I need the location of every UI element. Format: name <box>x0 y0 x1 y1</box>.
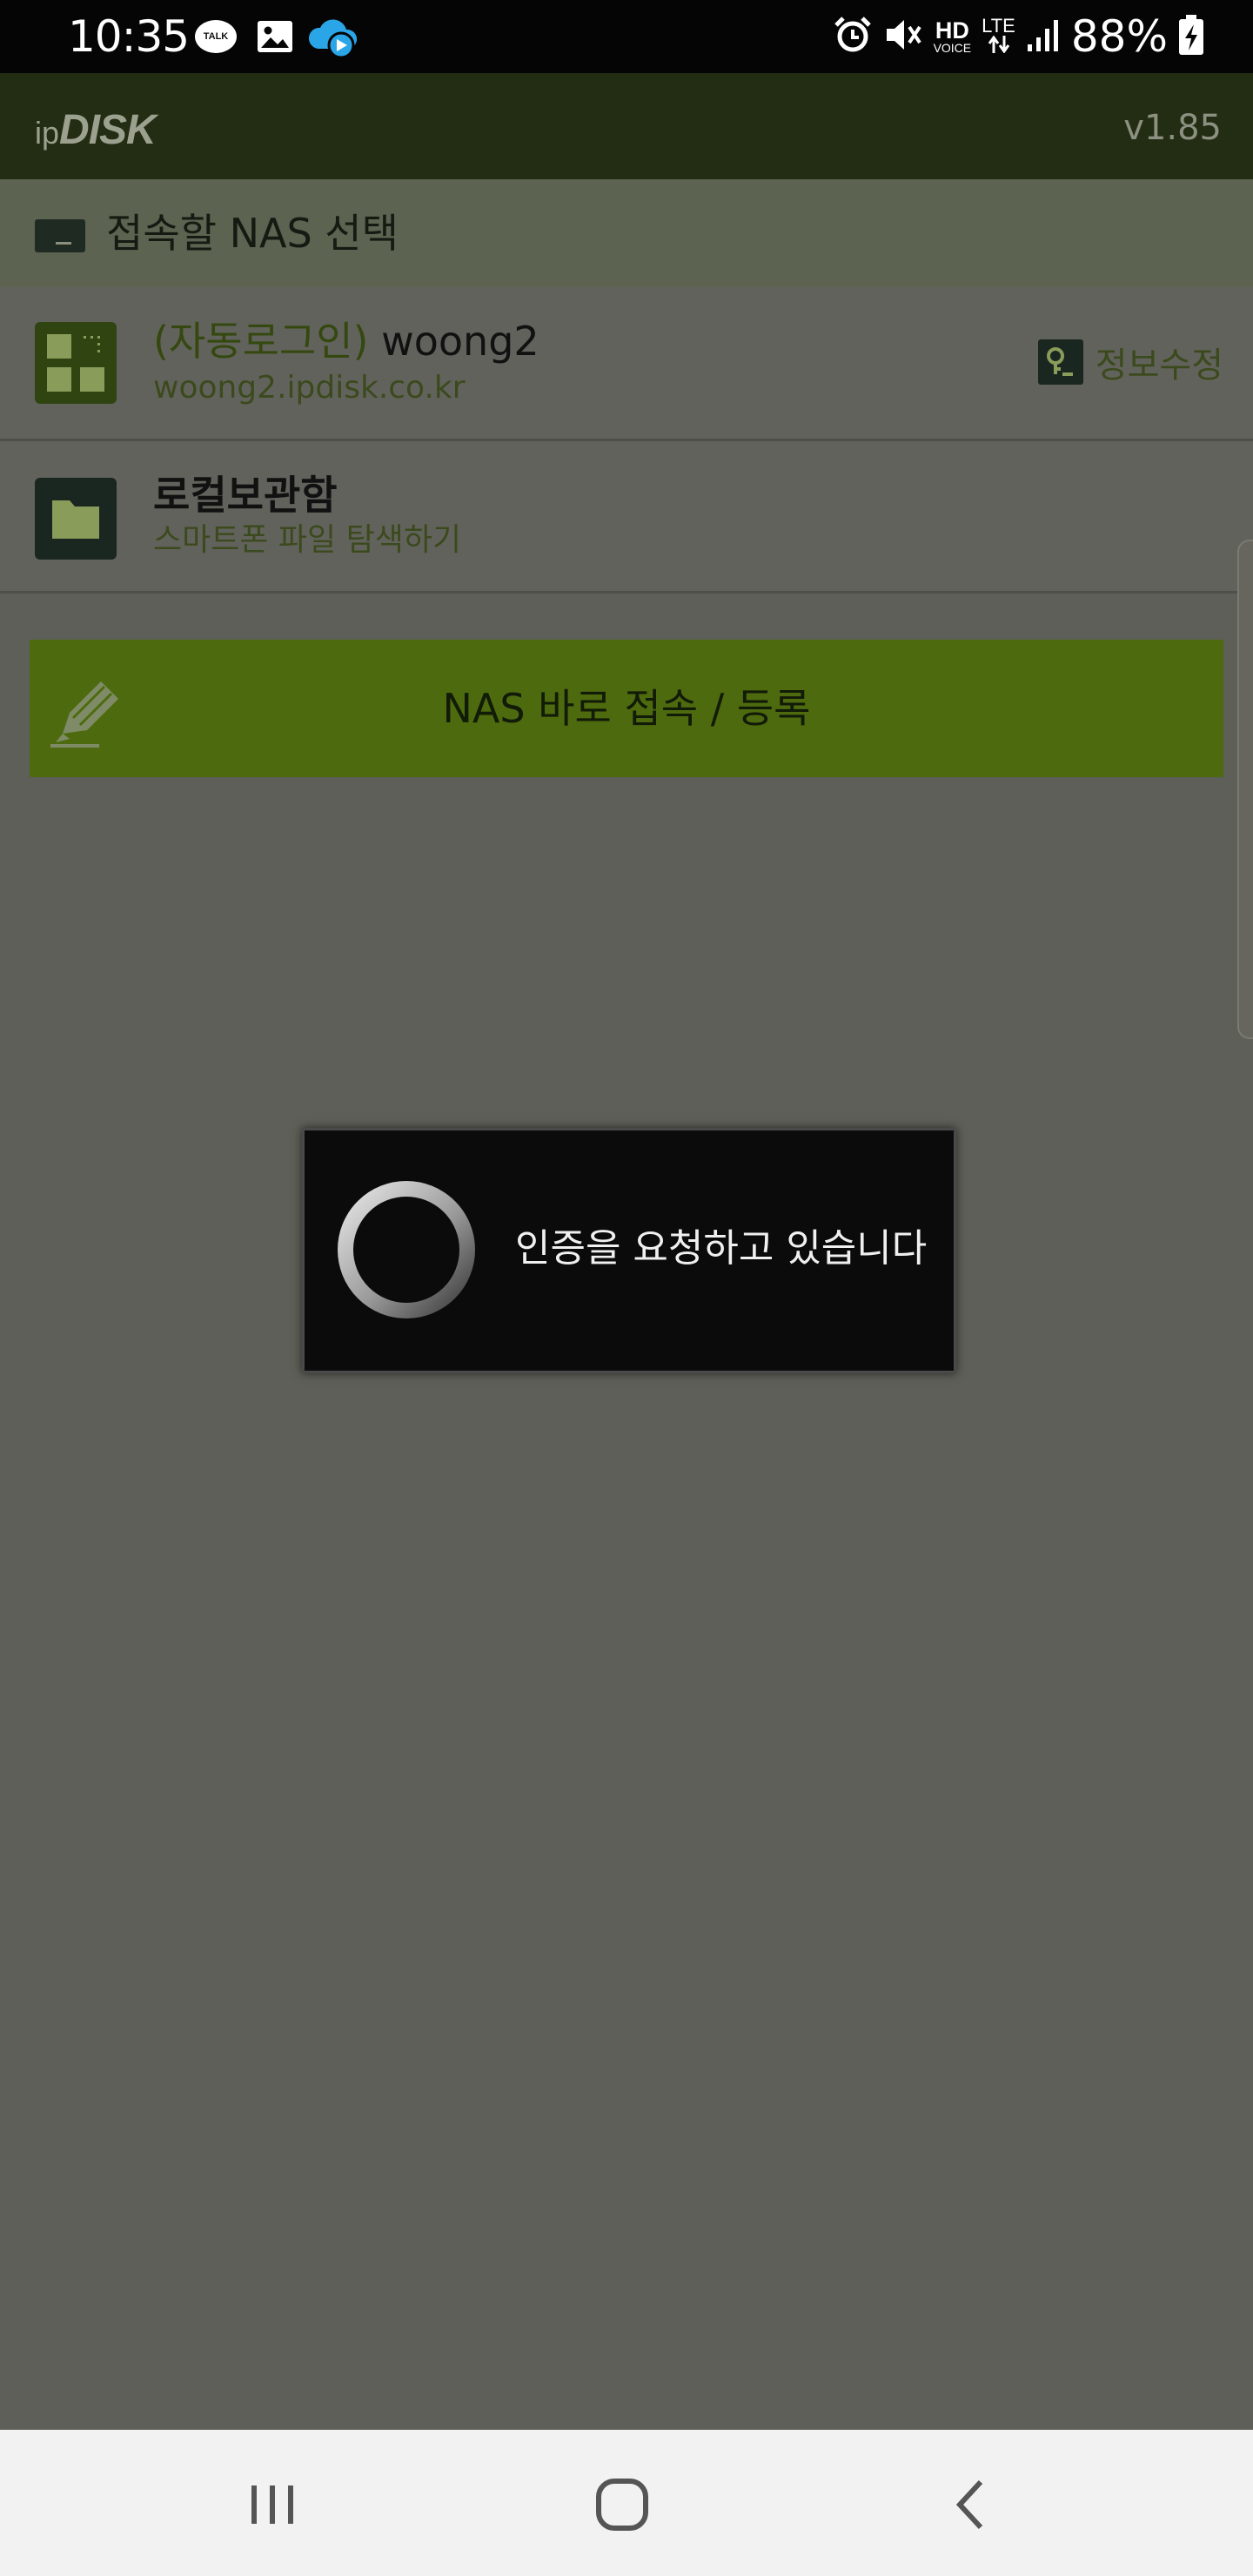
talk-icon: TALK <box>193 16 238 57</box>
recent-apps-icon[interactable] <box>233 2470 312 2539</box>
loading-spinner-icon <box>332 1176 480 1324</box>
mute-icon <box>883 15 923 58</box>
hd-voice-indicator: HD VOICE <box>933 17 972 55</box>
nas-title: (자동로그인) woong2 <box>153 317 539 366</box>
battery-percent: 88% <box>1070 11 1168 62</box>
nas-list-item-woong2[interactable]: (자동로그인) woong2 woong2.ipdisk.co.kr 정보수정 <box>0 287 1253 441</box>
auth-progress-dialog: 인증을 요청하고 있습니다 <box>302 1128 956 1373</box>
cloud-upload-icon <box>306 16 358 59</box>
battery-charging-icon <box>1178 14 1204 59</box>
key-icon <box>1037 339 1083 385</box>
side-panel-handle[interactable] <box>1237 540 1253 1039</box>
nas-list-item-local-storage[interactable]: 로컬보관함 스마트폰 파일 탐색하기 <box>0 441 1253 594</box>
local-storage-title: 로컬보관함 <box>153 472 338 519</box>
alarm-icon <box>833 15 873 58</box>
edit-info-button[interactable]: 정보수정 <box>1037 338 1223 386</box>
talk-badge: TALK <box>195 20 237 53</box>
nas-name: woong2 <box>381 318 539 365</box>
status-right-group: HD VOICE LTE 88% <box>833 9 1204 64</box>
home-icon[interactable] <box>583 2470 661 2539</box>
edit-info-label: 정보수정 <box>1095 345 1223 386</box>
system-navigation-bar <box>0 2430 1253 2576</box>
data-arrows-icon <box>988 35 1009 54</box>
section-title: 접속할 NAS 선택 <box>106 210 399 257</box>
lte-label: LTE <box>982 15 1015 37</box>
local-storage-subtitle: 스마트폰 파일 탐색하기 <box>153 522 462 558</box>
nas-address: woong2.ipdisk.co.kr <box>153 370 466 406</box>
auth-progress-message: 인증을 요청하고 있습니다 <box>515 1226 928 1271</box>
section-header: 접속할 NAS 선택 <box>0 179 1253 287</box>
nas-icon <box>35 219 85 252</box>
logo-prefix: ip <box>35 115 60 151</box>
grid-icon <box>35 322 117 404</box>
hd-sub-label: VOICE <box>933 41 972 55</box>
hd-label: HD <box>935 17 969 44</box>
nas-connect-label: NAS 바로 접속 / 등록 <box>442 685 811 732</box>
logo-main: DISK <box>59 107 157 153</box>
status-bar: 10:35 TALK HD VOICE LTE 88% <box>0 0 1253 73</box>
auto-login-prefix: (자동로그인) <box>153 318 369 365</box>
app-bar: ipDISK v1.85 <box>0 73 1253 179</box>
status-time: 10:35 <box>68 11 190 62</box>
signal-icon <box>1026 17 1061 57</box>
app-logo: ipDISK <box>35 106 157 154</box>
gallery-icon <box>254 16 296 57</box>
lte-indicator: LTE <box>982 17 1015 57</box>
folder-icon <box>35 478 117 560</box>
nas-connect-register-button[interactable]: NAS 바로 접속 / 등록 <box>30 640 1223 777</box>
back-icon[interactable] <box>933 2470 1011 2539</box>
app-version: v1.85 <box>1123 108 1222 148</box>
